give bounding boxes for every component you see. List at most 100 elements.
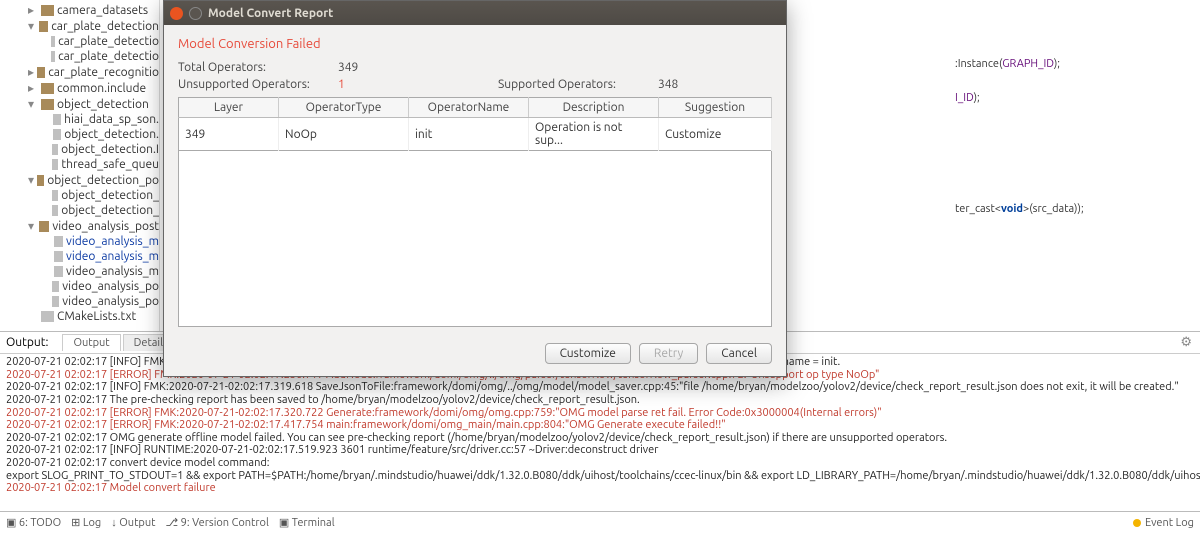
tree-item-label: car_plate_detectio — [58, 35, 159, 48]
tree-item[interactable]: object_detection_ — [0, 188, 159, 203]
status-vcs[interactable]: ⎇ 9: Version Control — [165, 516, 268, 529]
file-icon — [52, 190, 58, 201]
operator-table-body[interactable] — [178, 151, 772, 327]
gear-icon[interactable]: ⚙ — [1180, 335, 1192, 350]
folder-icon — [37, 175, 44, 186]
tree-item[interactable]: video_analysis_po — [0, 294, 159, 309]
file-icon — [52, 159, 58, 170]
close-icon[interactable] — [170, 7, 183, 20]
tree-item-label: object_detection_po — [47, 174, 159, 187]
table-row[interactable]: 349 NoOp init Operation is not sup... Cu… — [179, 118, 772, 151]
tree-item[interactable]: CMakeLists.txt — [0, 309, 159, 324]
col-opname[interactable]: OperatorName — [409, 98, 529, 118]
tree-item[interactable]: video_analysis_m — [0, 264, 159, 279]
status-output[interactable]: ↓ Output — [111, 517, 155, 529]
tree-item[interactable]: object_detection_ — [0, 203, 159, 218]
tree-item-label: car_plate_recognitio — [48, 66, 159, 79]
total-operators-value: 349 — [338, 61, 438, 74]
tree-item[interactable]: hiai_data_sp_son. — [0, 112, 159, 127]
status-terminal[interactable]: ▣ Terminal — [279, 516, 335, 529]
col-suggestion[interactable]: Suggestion — [659, 98, 772, 118]
log-output[interactable]: 2020-07-21 02:02:17 [INFO] FMK:2020-07-2… — [0, 354, 1200, 511]
tree-item[interactable]: object_detection.I — [0, 142, 159, 157]
tree-item-label: object_detection — [57, 98, 149, 111]
tree-item-label: object_detection_ — [61, 204, 159, 217]
dialog-titlebar[interactable]: Model Convert Report — [164, 1, 786, 25]
customize-button[interactable]: Customize — [545, 343, 631, 364]
log-line: export SLOG_PRINT_TO_STDOUT=1 && export … — [6, 470, 1194, 483]
tree-item-label: car_plate_detectio — [58, 50, 159, 63]
tree-item[interactable]: car_plate_detectio — [0, 34, 159, 49]
unsupported-operators-label: Unsupported Operators: — [178, 78, 338, 91]
file-icon — [52, 205, 58, 216]
status-todo[interactable]: ▣ 6: TODO — [6, 516, 61, 529]
tree-item-label: camera_datasets — [57, 4, 148, 17]
tree-item[interactable]: ▸car_plate_recognitio — [0, 64, 159, 80]
folder-icon — [41, 83, 54, 94]
project-tree[interactable]: ▸camera_datasets▾car_plate_detectioncar_… — [0, 0, 160, 331]
conversion-status: Model Conversion Failed — [178, 37, 772, 51]
file-icon — [52, 296, 59, 307]
tree-item[interactable]: ▾object_detection — [0, 96, 159, 112]
tree-item[interactable]: ▾video_analysis_post — [0, 218, 159, 234]
folder-icon — [37, 67, 45, 78]
model-convert-report-dialog: Model Convert Report Model Conversion Fa… — [163, 0, 787, 377]
file-icon — [51, 36, 56, 47]
tree-item-label: video_analysis_m — [66, 250, 159, 263]
tree-item-label: common.include — [57, 82, 146, 95]
tree-item-label: video_analysis_po — [62, 280, 159, 293]
minimize-icon[interactable] — [189, 7, 202, 20]
tree-item-label: object_detection. — [64, 128, 159, 141]
tree-item[interactable]: ▾object_detection_po — [0, 172, 159, 188]
file-icon — [54, 236, 63, 247]
col-optype[interactable]: OperatorType — [279, 98, 409, 118]
log-line: 2020-07-21 02:02:17 Model convert failur… — [6, 482, 1194, 495]
log-line: 2020-07-21 02:02:17 [ERROR] FMK:2020-07-… — [6, 407, 1194, 420]
log-line: 2020-07-21 02:02:17 [INFO] FMK:2020-07-2… — [6, 381, 1194, 394]
tree-item[interactable]: ▾car_plate_detection — [0, 18, 159, 34]
tree-item-label: video_analysis_m — [66, 265, 159, 278]
event-log-icon — [1133, 519, 1141, 527]
unsupported-operators-value: 1 — [338, 78, 438, 91]
folder-icon — [39, 21, 49, 32]
retry-button[interactable]: Retry — [639, 343, 698, 364]
code-line: I_ID); — [955, 92, 980, 104]
tree-item-label: hiai_data_sp_son. — [64, 113, 159, 126]
tree-item[interactable]: car_plate_detectio — [0, 49, 159, 64]
supported-operators-label: Supported Operators: — [498, 78, 658, 91]
tree-item-label: car_plate_detection — [51, 20, 159, 33]
tree-item[interactable]: ▸camera_datasets — [0, 2, 159, 18]
file-icon — [53, 114, 61, 125]
col-layer[interactable]: Layer — [179, 98, 279, 118]
cancel-button[interactable]: Cancel — [706, 343, 772, 364]
tree-item-label: video_analysis_po — [62, 295, 159, 308]
tree-item-label: thread_safe_queu — [61, 158, 159, 171]
tree-item[interactable]: thread_safe_queu — [0, 157, 159, 172]
tree-item[interactable]: video_analysis_m — [0, 234, 159, 249]
log-line: 2020-07-21 02:02:17 OMG generate offline… — [6, 432, 1194, 445]
tree-item-label: object_detection_ — [61, 189, 159, 202]
folder-icon — [39, 221, 49, 232]
status-bar: ▣ 6: TODO ⊞ Log ↓ Output ⎇ 9: Version Co… — [0, 511, 1200, 533]
tree-item-label: video_analysis_m — [66, 235, 159, 248]
total-operators-label: Total Operators: — [178, 61, 338, 74]
status-log[interactable]: ⊞ Log — [71, 516, 101, 529]
log-line: 2020-07-21 02:02:17 The pre-checking rep… — [6, 394, 1194, 407]
file-icon — [54, 251, 63, 262]
tree-item[interactable]: video_analysis_m — [0, 249, 159, 264]
tree-item-label: object_detection.I — [61, 143, 159, 156]
file-icon — [54, 266, 63, 277]
operator-table: Layer OperatorType OperatorName Descript… — [178, 97, 772, 151]
folder-icon — [41, 99, 54, 110]
col-description[interactable]: Description — [529, 98, 659, 118]
event-log[interactable]: Event Log — [1133, 517, 1194, 529]
log-line: 2020-07-21 02:02:17 convert device model… — [6, 457, 1194, 470]
tree-item-label: video_analysis_post — [52, 220, 159, 233]
tab-output[interactable]: Output — [62, 334, 120, 351]
tree-item[interactable]: ▸common.include — [0, 80, 159, 96]
file-icon — [52, 281, 59, 292]
tree-item-label: CMakeLists.txt — [57, 310, 136, 323]
tree-item[interactable]: video_analysis_po — [0, 279, 159, 294]
file-icon — [52, 144, 58, 155]
tree-item[interactable]: object_detection. — [0, 127, 159, 142]
